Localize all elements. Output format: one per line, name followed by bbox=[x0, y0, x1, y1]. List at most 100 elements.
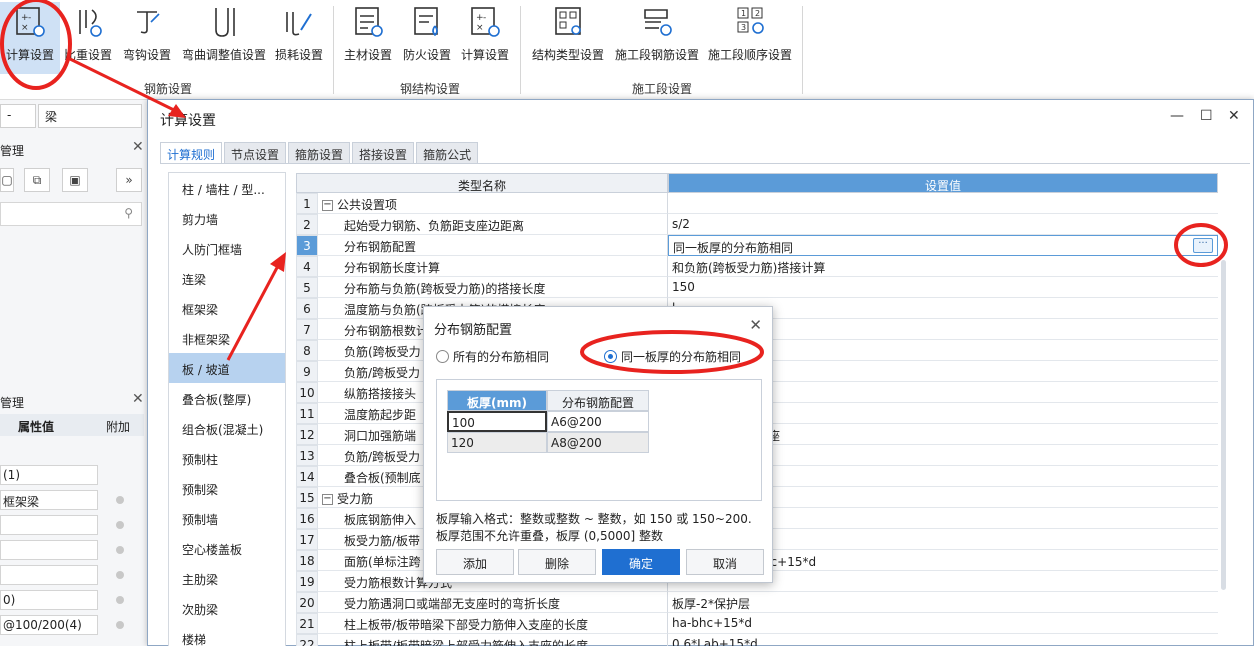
radio-all-same[interactable]: 所有的分布筋相同 bbox=[436, 348, 549, 365]
prop-value-cell[interactable]: @100/200(4) bbox=[0, 615, 98, 635]
prop-value-cell[interactable]: 框架梁 bbox=[0, 490, 98, 510]
thickness-cell[interactable]: 120 bbox=[447, 432, 547, 453]
layer-copy-icon[interactable]: ▣ bbox=[62, 168, 88, 192]
setting-value-cell[interactable]: 同一板厚的分布筋相同 ··· bbox=[668, 235, 1218, 256]
steel-calc-settings-button[interactable]: + - × 计算设置 bbox=[458, 2, 512, 74]
radio-same-thickness[interactable]: 同一板厚的分布筋相同 bbox=[604, 348, 741, 365]
tab-calc-rules[interactable]: 计算规则 bbox=[160, 142, 223, 164]
group-separator bbox=[520, 6, 521, 94]
prop-value-cell[interactable] bbox=[0, 515, 98, 535]
category-item[interactable]: 人防门框墙 bbox=[169, 233, 285, 263]
prop-extra-checkbox[interactable] bbox=[116, 496, 124, 504]
segment-order-icon: 1 23 bbox=[737, 7, 764, 34]
close-icon[interactable]: ✕ bbox=[749, 316, 762, 334]
prop-value-cell[interactable] bbox=[0, 540, 98, 560]
weight-ratio-button[interactable]: 比重设置 bbox=[62, 2, 114, 74]
setting-name-text: 叠合板(预制底 bbox=[344, 471, 421, 485]
prop-value-header: 属性值 bbox=[0, 414, 100, 436]
table-row[interactable]: 22 柱上板带/板带暗梁上部受力筋伸入支座的长度 0.6*Lab+15*d bbox=[296, 634, 1218, 646]
fireproof-button[interactable]: 防火设置 bbox=[400, 2, 454, 74]
category-item[interactable]: 剪力墙 bbox=[169, 203, 285, 233]
category-item[interactable]: 框架梁 bbox=[169, 293, 285, 323]
segment-rebar-button[interactable]: 施工段钢筋设置 bbox=[612, 2, 702, 74]
hook-settings-button[interactable]: 弯钩设置 bbox=[120, 2, 174, 74]
setting-value-cell[interactable]: s/2 bbox=[668, 214, 1218, 235]
config-cell[interactable]: A8@200 bbox=[547, 432, 649, 453]
category-item[interactable]: 组合板(混凝土) bbox=[169, 413, 285, 443]
structure-type-button[interactable]: 结构类型设置 bbox=[528, 2, 608, 74]
setting-value-cell[interactable] bbox=[668, 193, 1218, 214]
setting-value-cell[interactable]: 150 bbox=[668, 277, 1218, 298]
calc-settings-button[interactable]: + - × 计算设置 bbox=[0, 2, 60, 74]
tab-stirrup-settings[interactable]: 箍筋设置 bbox=[288, 142, 351, 164]
add-button[interactable]: 添加 bbox=[436, 549, 514, 575]
table-row[interactable]: 4 分布钢筋长度计算 和负筋(跨板受力筋)搭接计算 bbox=[296, 256, 1218, 277]
setting-value-cell[interactable]: 板厚-2*保护层 bbox=[668, 592, 1218, 613]
tab-stirrup-formula[interactable]: 箍筋公式 bbox=[416, 142, 479, 164]
category-item[interactable]: 预制柱 bbox=[169, 443, 285, 473]
setting-value-cell[interactable]: 0.6*Lab+15*d bbox=[668, 634, 1218, 646]
prop-value-cell[interactable] bbox=[0, 565, 98, 585]
table-row[interactable]: 1− 公共设置项 bbox=[296, 193, 1218, 214]
main-material-button[interactable]: 主材设置 bbox=[340, 2, 396, 74]
range-hint: 板厚范围不允许重叠，板厚 (0,5000] 整数 bbox=[436, 529, 663, 543]
category-item[interactable]: 预制梁 bbox=[169, 473, 285, 503]
collapse-icon[interactable]: − bbox=[322, 200, 333, 211]
tab-node-settings[interactable]: 节点设置 bbox=[224, 142, 287, 164]
component-type-combo[interactable]: 梁 bbox=[38, 104, 142, 128]
copy-icon[interactable]: ⧉ bbox=[24, 168, 50, 192]
close-icon[interactable]: ✕ bbox=[132, 391, 144, 407]
ellipsis-button[interactable]: ··· bbox=[1193, 238, 1213, 253]
table-row[interactable]: 21 柱上板带/板带暗梁下部受力筋伸入支座的长度 ha-bhc+15*d bbox=[296, 613, 1218, 634]
prop-value-cell[interactable]: (1) bbox=[0, 465, 98, 485]
fireproof-icon bbox=[414, 7, 438, 37]
ok-button[interactable]: 确定 bbox=[602, 549, 680, 575]
category-item[interactable]: 叠合板(整厚) bbox=[169, 383, 285, 413]
expand-icon[interactable]: » bbox=[116, 168, 142, 192]
category-item[interactable]: 空心楼盖板 bbox=[169, 533, 285, 563]
table-row[interactable]: 5 分布筋与负筋(跨板受力筋)的搭接长度 150 bbox=[296, 277, 1218, 298]
table-row[interactable]: 20 受力筋遇洞口或端部无支座时的弯折长度 板厚-2*保护层 bbox=[296, 592, 1218, 613]
tab-lap-settings[interactable]: 搭接设置 bbox=[352, 142, 415, 164]
component-search-input[interactable]: ⚲ bbox=[0, 202, 142, 226]
close-icon[interactable]: ✕ bbox=[1228, 108, 1240, 124]
loss-settings-button[interactable]: 损耗设置 bbox=[272, 2, 326, 74]
category-item[interactable]: 预制墙 bbox=[169, 503, 285, 533]
table-row[interactable]: 2 起始受力钢筋、负筋距支座边距离 s/2 bbox=[296, 214, 1218, 235]
prop-extra-checkbox[interactable] bbox=[116, 621, 124, 629]
radio-circle[interactable] bbox=[436, 350, 449, 363]
segment-order-button[interactable]: 123 施工段顺序设置 bbox=[706, 2, 794, 74]
thickness-cell[interactable]: 100 bbox=[447, 411, 547, 432]
category-item[interactable]: 连梁 bbox=[169, 263, 285, 293]
bend-adjust-button[interactable]: 弯曲调整值设置 bbox=[178, 2, 270, 74]
setting-value-cell[interactable]: 和负筋(跨板受力筋)搭接计算 bbox=[668, 256, 1218, 277]
category-item-selected[interactable]: 板 / 坡道 bbox=[169, 353, 285, 383]
close-icon[interactable]: ✕ bbox=[132, 139, 144, 155]
category-item[interactable]: 主肋梁 bbox=[169, 563, 285, 593]
prop-extra-checkbox[interactable] bbox=[116, 596, 124, 604]
prop-value-cell[interactable]: 0) bbox=[0, 590, 98, 610]
prop-extra-checkbox[interactable] bbox=[116, 571, 124, 579]
category-item[interactable]: 次肋梁 bbox=[169, 593, 285, 623]
setting-value-cell[interactable]: ha-bhc+15*d bbox=[668, 613, 1218, 634]
grid-scrollbar[interactable] bbox=[1221, 260, 1226, 590]
category-item[interactable]: 楼梯 bbox=[169, 623, 285, 646]
collapse-icon[interactable]: − bbox=[322, 494, 333, 505]
config-cell[interactable]: A6@200 bbox=[547, 411, 649, 432]
radio-circle-checked[interactable] bbox=[604, 350, 617, 363]
cancel-button[interactable]: 取消 bbox=[686, 549, 764, 575]
category-item[interactable]: 柱 / 墙柱 / 型... bbox=[169, 173, 285, 203]
table-row[interactable]: 3 分布钢筋配置 同一板厚的分布筋相同 ··· bbox=[296, 235, 1218, 256]
delete-button[interactable]: 删除 bbox=[518, 549, 596, 575]
maximize-icon[interactable]: ☐ bbox=[1200, 108, 1213, 124]
floor-combo[interactable]: - bbox=[0, 104, 36, 128]
main-material-icon bbox=[355, 7, 383, 37]
prop-extra-checkbox[interactable] bbox=[116, 546, 124, 554]
new-icon[interactable]: ▢ bbox=[0, 168, 14, 192]
radio-same-thickness-label: 同一板厚的分布筋相同 bbox=[621, 350, 742, 364]
row-number: 5 bbox=[296, 277, 318, 298]
table-header-thickness: 板厚(mm) bbox=[447, 390, 547, 411]
category-item[interactable]: 非框架梁 bbox=[169, 323, 285, 353]
minimize-icon[interactable]: — bbox=[1170, 108, 1184, 124]
prop-extra-checkbox[interactable] bbox=[116, 521, 124, 529]
